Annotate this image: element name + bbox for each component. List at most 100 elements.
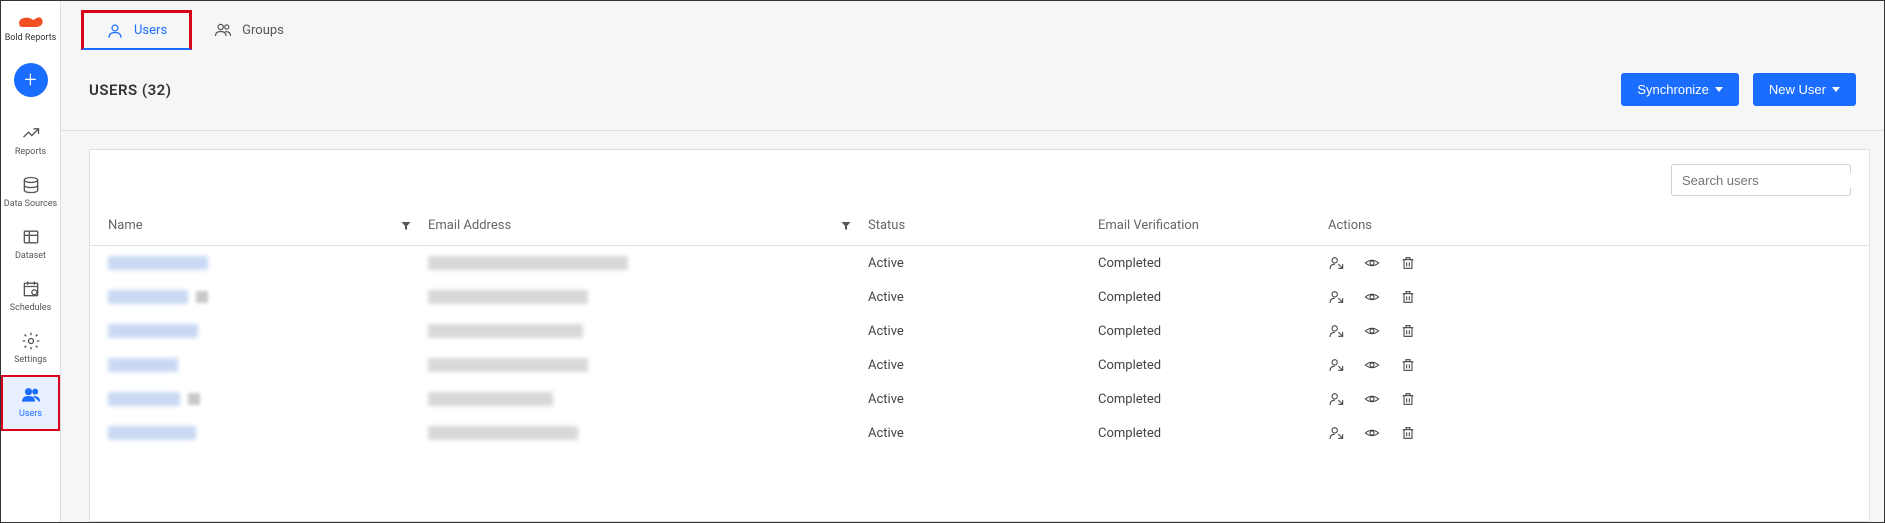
assign-user-icon[interactable] (1328, 425, 1344, 441)
redacted-email (428, 392, 553, 406)
table-row[interactable]: ActiveCompleted (90, 246, 1869, 280)
status-cell: Active (868, 290, 1098, 305)
actions-cell (1328, 357, 1851, 373)
table-row[interactable]: ActiveCompleted (90, 416, 1869, 450)
assign-user-icon[interactable] (1328, 357, 1344, 373)
table-row[interactable]: ActiveCompleted (90, 348, 1869, 382)
table-body: ActiveCompletedActiveCompletedActiveComp… (90, 246, 1869, 450)
schedules-icon (21, 279, 41, 299)
assign-user-icon[interactable] (1328, 255, 1344, 271)
delete-icon[interactable] (1400, 323, 1416, 339)
redacted-email (428, 290, 588, 304)
sidebar-item-label: Users (19, 409, 42, 419)
col-header-status[interactable]: Status (868, 218, 905, 233)
status-cell: Active (868, 392, 1098, 407)
delete-icon[interactable] (1400, 357, 1416, 373)
new-user-button[interactable]: New User (1753, 73, 1856, 106)
verify-cell: Completed (1098, 358, 1328, 373)
delete-icon[interactable] (1400, 425, 1416, 441)
delete-icon[interactable] (1400, 289, 1416, 305)
header-actions: Synchronize New User (1621, 73, 1856, 106)
button-label: New User (1769, 82, 1826, 97)
assign-user-icon[interactable] (1328, 391, 1344, 407)
view-icon[interactable] (1364, 255, 1380, 271)
tab-bar: Users Groups (61, 1, 1884, 59)
view-icon[interactable] (1364, 425, 1380, 441)
verify-cell: Completed (1098, 392, 1328, 407)
col-header-verify[interactable]: Email Verification (1098, 218, 1199, 233)
brand-name: Bold Reports (5, 33, 57, 43)
actions-cell (1328, 391, 1851, 407)
redacted-name (108, 256, 208, 270)
redacted-badge (188, 393, 200, 405)
verify-cell: Completed (1098, 256, 1328, 271)
user-icon (106, 22, 124, 40)
sidebar-item-label: Settings (14, 355, 47, 365)
redacted-name (108, 290, 188, 304)
status-cell: Active (868, 256, 1098, 271)
verify-cell: Completed (1098, 324, 1328, 339)
filter-icon[interactable] (840, 220, 852, 232)
col-header-name[interactable]: Name (108, 218, 143, 233)
button-label: Synchronize (1637, 82, 1709, 97)
synchronize-button[interactable]: Synchronize (1621, 73, 1739, 106)
status-cell: Active (868, 426, 1098, 441)
sidebar-item-label: Data Sources (4, 199, 57, 209)
sidebar: Bold Reports + Reports Data Sources Data… (1, 1, 61, 522)
actions-cell (1328, 425, 1851, 441)
settings-icon (21, 331, 41, 351)
sidebar-item-dataset[interactable]: Dataset (1, 219, 60, 271)
search-input[interactable] (1682, 173, 1858, 188)
col-header-actions: Actions (1328, 218, 1372, 233)
main-content: Users Groups USERS (32) Synchronize New … (61, 1, 1884, 522)
view-icon[interactable] (1364, 323, 1380, 339)
page-header: USERS (32) Synchronize New User (61, 59, 1884, 131)
users-icon (21, 385, 41, 405)
redacted-name (108, 358, 178, 372)
reports-icon (21, 123, 41, 143)
redacted-email (428, 426, 578, 440)
tab-groups[interactable]: Groups (192, 10, 306, 50)
search-box[interactable] (1671, 164, 1851, 196)
page-title: USERS (32) (89, 81, 172, 99)
col-header-email[interactable]: Email Address (428, 218, 511, 233)
group-icon (214, 21, 232, 39)
delete-icon[interactable] (1400, 391, 1416, 407)
sidebar-item-users[interactable]: Users (1, 375, 60, 431)
redacted-name (108, 392, 180, 406)
sidebar-item-data-sources[interactable]: Data Sources (1, 167, 60, 219)
status-cell: Active (868, 358, 1098, 373)
sidebar-item-label: Schedules (10, 303, 51, 313)
assign-user-icon[interactable] (1328, 289, 1344, 305)
tab-label: Users (134, 23, 167, 38)
sidebar-item-schedules[interactable]: Schedules (1, 271, 60, 323)
redacted-email (428, 256, 628, 270)
assign-user-icon[interactable] (1328, 323, 1344, 339)
redacted-name (108, 324, 198, 338)
status-cell: Active (868, 324, 1098, 339)
table-row[interactable]: ActiveCompleted (90, 382, 1869, 416)
verify-cell: Completed (1098, 290, 1328, 305)
users-panel: Name Email Address Status Email Verifica… (89, 149, 1870, 522)
caret-down-icon (1832, 87, 1840, 92)
redacted-badge (196, 291, 208, 303)
filter-icon[interactable] (400, 220, 412, 232)
table-header: Name Email Address Status Email Verifica… (90, 206, 1869, 246)
redacted-name (108, 426, 196, 440)
caret-down-icon (1715, 87, 1723, 92)
redacted-email (428, 358, 588, 372)
view-icon[interactable] (1364, 289, 1380, 305)
table-row[interactable]: ActiveCompleted (90, 280, 1869, 314)
sidebar-item-reports[interactable]: Reports (1, 115, 60, 167)
add-button[interactable]: + (14, 63, 48, 97)
view-icon[interactable] (1364, 391, 1380, 407)
data-sources-icon (21, 175, 41, 195)
tab-users[interactable]: Users (81, 10, 192, 50)
sidebar-item-settings[interactable]: Settings (1, 323, 60, 375)
verify-cell: Completed (1098, 426, 1328, 441)
view-icon[interactable] (1364, 357, 1380, 373)
bold-reports-logo-icon (16, 9, 44, 31)
tab-label: Groups (242, 23, 284, 38)
table-row[interactable]: ActiveCompleted (90, 314, 1869, 348)
delete-icon[interactable] (1400, 255, 1416, 271)
